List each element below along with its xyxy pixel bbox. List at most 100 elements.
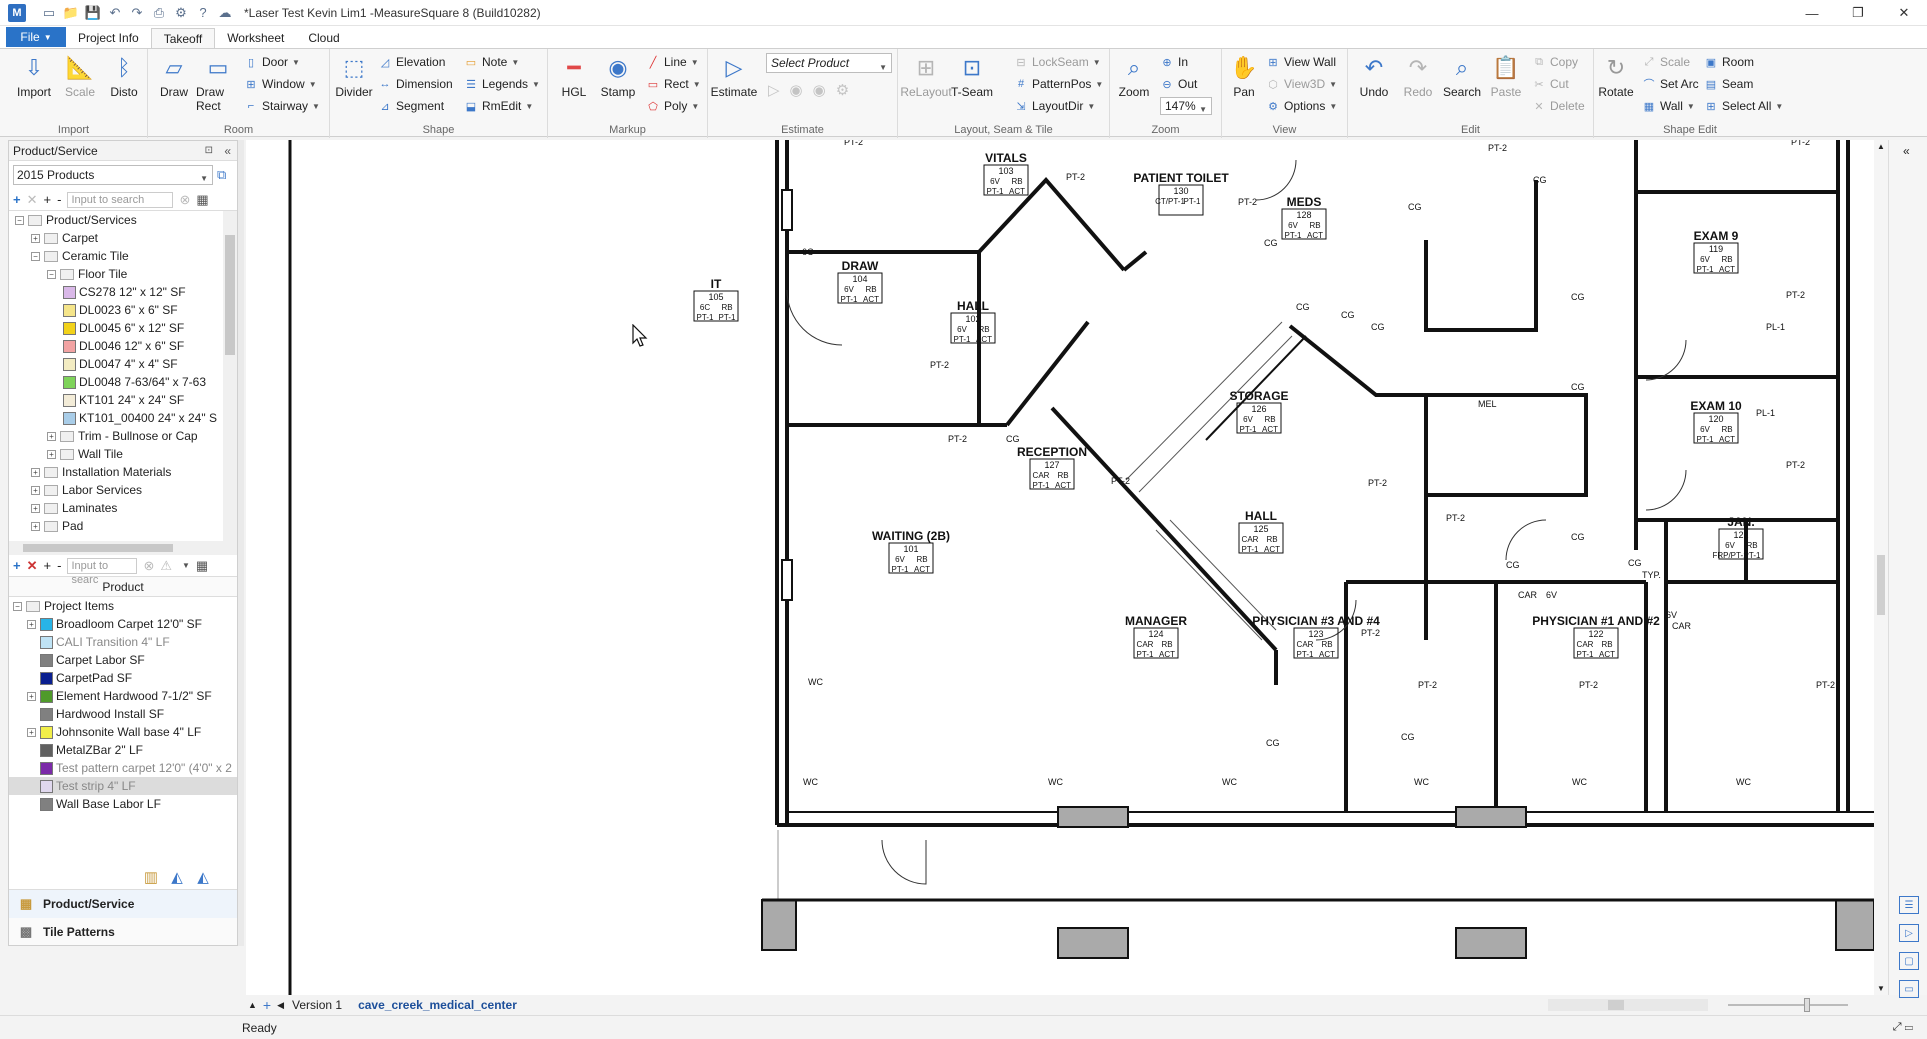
preview2-icon[interactable]: ◉ <box>813 81 826 99</box>
room-name[interactable]: DRAW <box>842 259 879 273</box>
relayout-button[interactable]: ⊞ ReLayout <box>900 53 951 119</box>
tab-worksheet[interactable]: Worksheet <box>215 28 296 48</box>
project-item[interactable]: +CALI Transition 4" LF <box>9 633 237 651</box>
minimize-icon[interactable]: — <box>1789 0 1835 26</box>
catalog-tree-item[interactable]: DL0048 7-63/64" x 7-63 <box>9 373 237 391</box>
patternpos-button[interactable]: # PatternPos ▼ <box>1014 75 1103 93</box>
pan-button[interactable]: ✋ Pan <box>1222 53 1266 119</box>
project-item[interactable]: +Wall Base Labor LF <box>9 795 237 813</box>
scale-button[interactable]: 📐 Scale <box>58 53 102 119</box>
view3d-button[interactable]: ⬡ View3D ▼ <box>1266 75 1337 93</box>
select-product-dropdown[interactable]: Select Product ▼ <box>766 53 892 73</box>
disto-button[interactable]: ᛒ Disto <box>102 53 146 119</box>
catalog-tree-item[interactable]: − Product/Services <box>9 211 237 229</box>
clear-search-icon[interactable]: ⊗ <box>179 192 190 208</box>
expand-icon[interactable]: + <box>44 192 52 207</box>
zoom-slider[interactable] <box>1728 998 1848 1012</box>
tab-up-icon[interactable]: ▲ <box>248 1000 257 1010</box>
tab-product-service[interactable]: ▦ Product/Service <box>9 890 237 918</box>
tab-version-1[interactable]: Version 1 <box>284 996 350 1014</box>
frame-panel-icon[interactable]: ▢ <box>1899 952 1919 970</box>
expand-toggle-icon[interactable]: + <box>31 485 40 495</box>
seam-button[interactable]: ▤ Seam <box>1704 75 1754 93</box>
scrollbar-thumb[interactable] <box>225 235 235 355</box>
zoom-slider-thumb[interactable] <box>1804 998 1810 1012</box>
tab-tile-patterns[interactable]: ▩ Tile Patterns <box>9 918 237 946</box>
catalog-search-input[interactable]: Input to search <box>67 191 174 208</box>
project-item[interactable]: + Element Hardwood 7-1/2" SF <box>9 687 237 705</box>
catalog-tree-item[interactable]: DL0023 6" x 6" SF <box>9 301 237 319</box>
catalog-tree-item[interactable]: CS278 12" x 12" SF <box>9 283 237 301</box>
t-seam-button[interactable]: ⊡ T-Seam <box>950 53 994 119</box>
zoom-out-button[interactable]: ⊖ Out <box>1160 75 1197 93</box>
canvas-hscrollbar[interactable] <box>1548 999 1708 1011</box>
search-button[interactable]: ⌕ Search <box>1440 53 1484 119</box>
project-clear-icon[interactable]: ⊗ <box>143 558 154 574</box>
scroll-up-icon[interactable]: ▲ <box>1877 142 1885 151</box>
collapse-all-icon[interactable]: - <box>57 192 61 207</box>
restore-icon[interactable]: ❐ <box>1835 0 1881 26</box>
redo-button[interactable]: ↷ Redo <box>1396 53 1440 119</box>
room-name[interactable]: JAN. <box>1727 515 1754 529</box>
help-icon[interactable]: ? <box>194 4 212 22</box>
segment-button[interactable]: ⊿ Segment <box>378 97 444 115</box>
project-collapse-icon[interactable]: - <box>57 558 61 573</box>
scale-shape-button[interactable]: ⤢ Scale <box>1642 53 1690 71</box>
catalog-tree-item[interactable]: + Laminates <box>9 499 237 517</box>
set-arc-button[interactable]: ⌒ Set Arc <box>1642 75 1699 93</box>
project-filter-dropdown-icon[interactable]: ▼ <box>182 561 190 570</box>
expand-toggle-icon[interactable]: + <box>31 233 40 243</box>
expand-toggle-icon[interactable]: + <box>27 691 36 701</box>
pin-icon[interactable]: ⊡ <box>205 145 213 156</box>
cloud-icon[interactable]: ☁ <box>216 4 234 22</box>
rmedit-button[interactable]: ⬓ RmEdit ▼ <box>464 97 533 115</box>
room-name[interactable]: WAITING (2B) <box>872 529 950 543</box>
rotate-button[interactable]: ↻ Rotate <box>1594 53 1638 119</box>
tab-drawing[interactable]: cave_creek_medical_center <box>350 996 525 1014</box>
new-icon[interactable]: ▭ <box>40 4 58 22</box>
divider-button[interactable]: ⬚ Divider <box>332 53 376 119</box>
room-name[interactable]: PATIENT TOILET <box>1133 171 1229 185</box>
canvas-vscroll-thumb[interactable] <box>1877 555 1885 615</box>
undo-icon[interactable]: ↶ <box>106 4 124 22</box>
project-item[interactable]: +Test pattern carpet 12'0" (4'0" x 2 <box>9 759 237 777</box>
grid-view-icon[interactable]: ▦ <box>196 192 208 208</box>
catalog-tree-item[interactable]: + Carpet <box>9 229 237 247</box>
stamp-button[interactable]: ◉ Stamp <box>596 53 640 119</box>
draw-button[interactable]: ▱ Draw <box>152 53 196 119</box>
expand-toggle-icon[interactable]: + <box>31 521 40 531</box>
project-add-icon[interactable]: + <box>13 558 21 573</box>
redo-icon[interactable]: ↷ <box>128 4 146 22</box>
remove-icon[interactable]: ✕ <box>27 192 38 208</box>
catalog-tree-item[interactable]: DL0046 12" x 6" SF <box>9 337 237 355</box>
dimension-button[interactable]: ↔ Dimension <box>378 75 453 93</box>
catalog-tree-item[interactable]: DL0047 4" x 4" SF <box>9 355 237 373</box>
wall-button[interactable]: ▦ Wall ▼ <box>1642 97 1695 115</box>
import-button[interactable]: ⇩ Import <box>12 53 56 119</box>
file-menu[interactable]: File ▼ <box>6 27 66 47</box>
app-icon[interactable]: M <box>8 3 26 22</box>
catalog-tree-scrollbar[interactable] <box>223 211 237 541</box>
print-icon[interactable]: ⎙ <box>150 4 168 22</box>
warning-icon[interactable]: ⚠ <box>160 558 172 574</box>
catalog-link-icon[interactable]: ⧉ <box>217 167 226 183</box>
room-name[interactable]: RECEPTION <box>1017 445 1087 459</box>
expand-toggle-icon[interactable]: + <box>31 467 40 477</box>
options-button[interactable]: ⚙ Options ▼ <box>1266 97 1337 115</box>
window-panel-icon[interactable]: ▭ <box>1899 980 1919 998</box>
estimate-button[interactable]: ▷ Estimate <box>711 53 758 119</box>
window-button[interactable]: ⊞ Window ▼ <box>244 75 316 93</box>
room-name[interactable]: MANAGER <box>1125 614 1187 628</box>
catalog-tree-hscroll[interactable] <box>9 541 237 555</box>
gear-icon[interactable]: ⚙ <box>836 81 849 99</box>
add-tab-icon[interactable]: + <box>263 997 271 1013</box>
room-name[interactable]: EXAM 10 <box>1690 399 1742 413</box>
expand-toggle-icon[interactable]: + <box>47 431 56 441</box>
poly-button[interactable]: ⬠ Poly ▼ <box>646 97 699 115</box>
hgl-button[interactable]: ━ HGL <box>552 53 596 119</box>
open-icon[interactable]: 📁 <box>62 4 80 22</box>
rect-button[interactable]: ▭ Rect ▼ <box>646 75 701 93</box>
canvas-vscrollbar[interactable]: ▲ ▼ <box>1874 140 1888 995</box>
zoom-in-button[interactable]: ⊕ In <box>1160 53 1188 71</box>
paste-button[interactable]: 📋 Paste <box>1484 53 1528 119</box>
